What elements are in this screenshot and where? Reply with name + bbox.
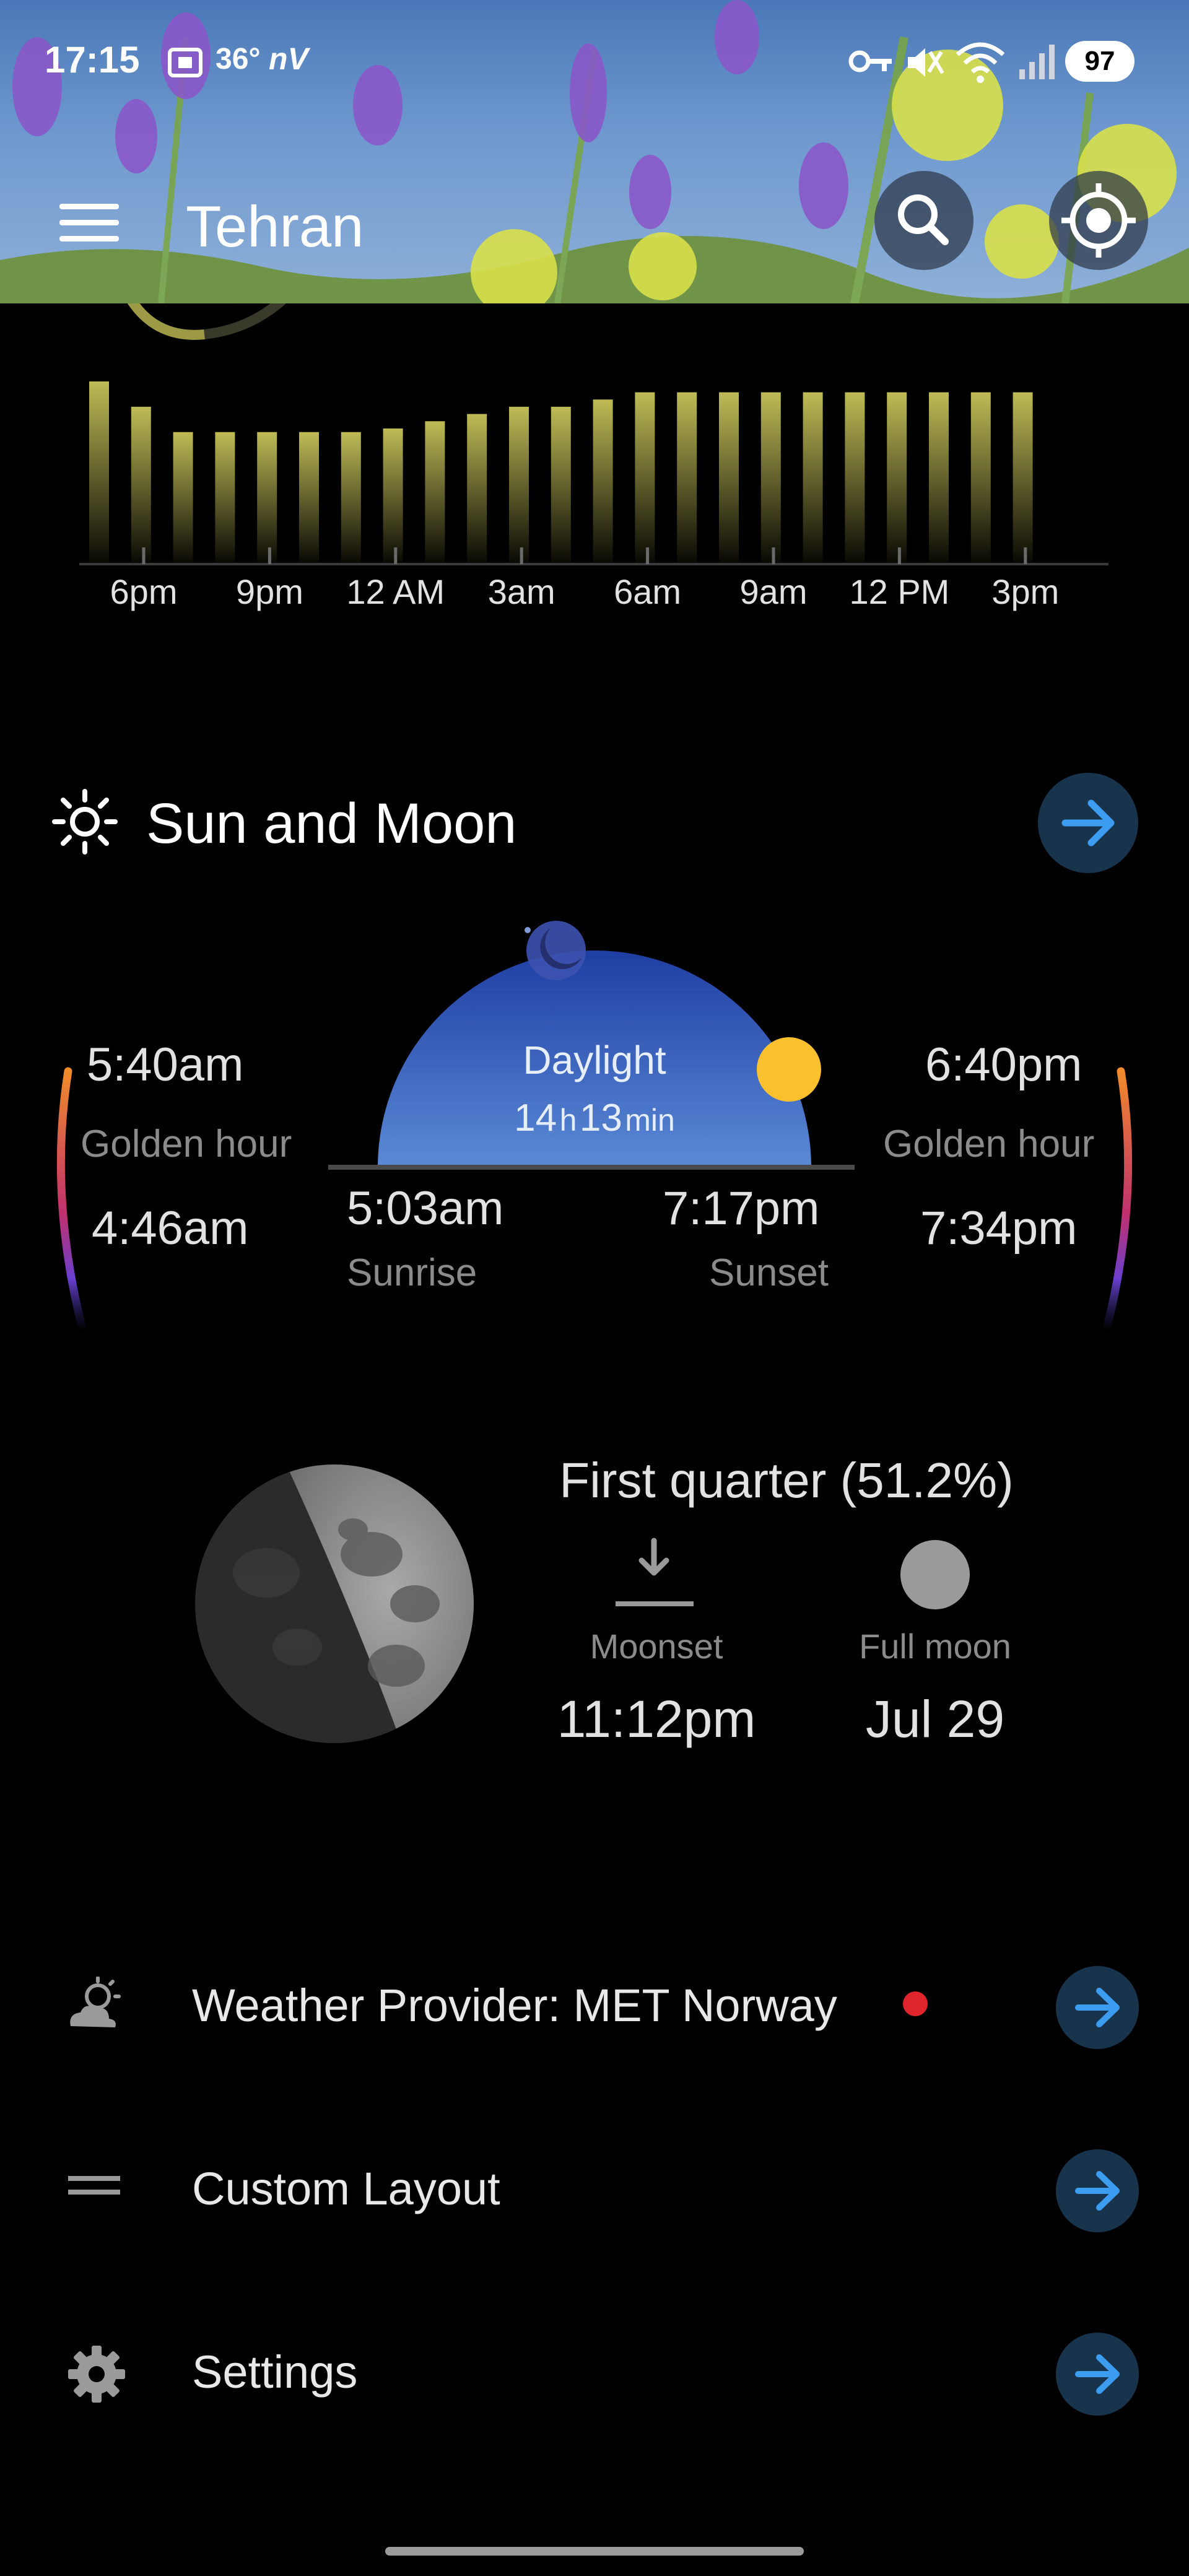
weather-provider-arrow-button[interactable] [1056,1966,1139,2049]
settings-label: Settings [192,2346,358,2398]
moonset-icon [616,1538,694,1606]
menu-icon[interactable] [59,201,119,245]
battery-indicator: 97 [1065,41,1135,82]
chart-bar [383,428,403,562]
arrow-right-icon [1075,2171,1120,2211]
full-moon-date: Jul 29 [865,1690,1005,1748]
custom-layout-arrow-button[interactable] [1056,2149,1139,2232]
chart-bar [425,421,445,562]
moon-phase-label: First quarter (51.2%) [559,1453,1014,1508]
x-axis-tick-label: 3am [488,572,555,611]
chart-bar [929,392,949,562]
my-location-button[interactable] [1049,171,1148,270]
dawn-golden-hour-label: Golden hour [81,1123,292,1165]
x-axis-tick-label: 6pm [110,572,178,611]
chart-bar [341,432,361,562]
daylight-minutes-unit: min [625,1103,675,1138]
dusk-golden-hour-start-time: 6:40pm [925,1038,1082,1091]
settings-arrow-button[interactable] [1056,2333,1139,2416]
chart-bar [173,432,193,562]
daylight-label: Daylight [523,1038,666,1082]
layout-icon [68,2176,120,2195]
full-moon-label: Full moon [859,1627,1011,1666]
chart-bar [845,392,865,562]
x-axis-tick-label: 9pm [236,572,303,611]
chart-bar [803,392,823,562]
my-location-icon [1061,183,1136,258]
chart-bar [970,392,991,562]
x-axis-tick-label: 9am [740,572,808,611]
chart-bar [719,392,739,562]
weather-provider-label: Weather Provider: MET Norway [192,1980,837,2031]
sun-moon-details-button[interactable] [1038,773,1138,873]
screen-record-icon [168,48,203,77]
search-icon [898,194,949,245]
air-quality-chart: 6pm 9pm 12 AM 3am 6am 9am 12 PM 3pm [79,272,1108,611]
x-axis-tick-label: 6am [614,572,681,611]
sun-moon-title: Sun and Moon [146,792,517,855]
chart-bar [467,414,487,562]
dawn-golden-hour-arc [56,1067,87,1336]
moonset-label: Moonset [590,1627,723,1666]
x-axis-tick-label: 3pm [991,572,1059,611]
chart-bar [299,432,319,562]
chart-bar [593,399,613,562]
moonset-time: 11:12pm [557,1690,756,1748]
status-time: 17:15 [45,39,140,80]
sun-icon [52,789,118,855]
search-button[interactable] [874,171,973,270]
chart-bar [760,392,781,562]
chart-bar [1013,392,1033,562]
chart-bar [635,392,655,562]
arrow-right-icon [1075,2354,1120,2394]
x-axis-tick-label: 12 PM [849,572,949,611]
partly-cloudy-icon [70,1977,121,2027]
sunrise-label: Sunrise [347,1251,477,1294]
vpn-key-icon [848,50,892,72]
daylight-minutes: 13 [579,1097,622,1139]
status-bar: 17:15 36° nV 97 [0,0,1189,124]
chart-bar [887,392,907,562]
chart-bar [131,406,151,562]
chart-bar [215,432,235,562]
mute-icon [908,48,944,77]
daylight-hours-unit: h [559,1103,577,1138]
sun-position-icon [757,1037,821,1102]
sunrise-time: 5:03am [347,1182,504,1235]
custom-layout-label: Custom Layout [192,2163,500,2214]
daylight-duration: 14 h 13 min [446,1096,743,1140]
chart-bar [551,406,571,562]
chart-bar [257,432,277,562]
daylight-hours: 14 [514,1097,557,1139]
chart-bar [89,381,109,562]
dawn-golden-hour-end-time: 5:40am [87,1038,244,1091]
location-title[interactable]: Tehran [186,193,364,260]
chart-bar [677,392,697,562]
app-header: 17:15 36° nV 97 Tehran [0,0,1189,303]
status-temperature: 36° [216,43,261,76]
gear-icon [68,2346,125,2403]
status-carrier-badge: nV [269,41,308,76]
moon-phase-image [195,1464,474,1743]
sunset-time: 7:17pm [663,1182,820,1235]
gesture-home-bar[interactable] [385,2547,804,2556]
full-moon-icon [900,1540,970,1609]
arrow-right-icon [1075,1988,1120,2027]
dawn-golden-hour-start-time: 4:46am [92,1202,249,1255]
sunset-label: Sunset [709,1251,829,1294]
arrow-right-icon [1061,799,1115,846]
chart-bar [509,406,529,562]
wifi-icon [956,42,1005,83]
horizon-line [328,1165,855,1170]
dusk-golden-hour-arc [1102,1067,1133,1336]
signal-icon [1019,45,1055,79]
dusk-golden-hour-end-time: 7:34pm [920,1202,1078,1255]
alert-dot [903,1991,928,2016]
x-axis-tick-label: 12 AM [346,572,445,611]
dusk-golden-hour-label: Golden hour [883,1123,1095,1165]
